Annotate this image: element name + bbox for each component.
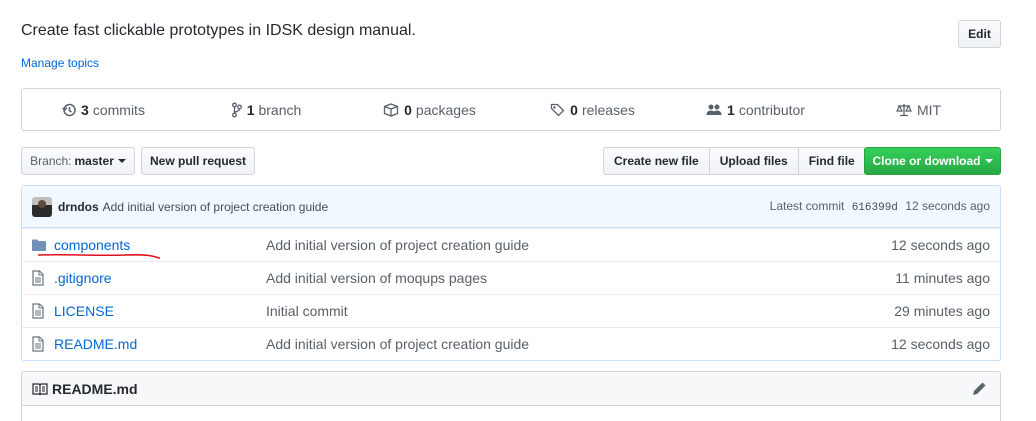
contributors-label: contributor (738, 101, 805, 118)
branches-label: branch (258, 101, 302, 118)
file-age: 11 minutes ago (895, 270, 990, 286)
commits-link[interactable]: 3 commits (22, 102, 185, 118)
table-row: README.md Add initial version of project… (22, 327, 1000, 360)
commits-label: commits (92, 101, 145, 118)
create-new-file-button[interactable]: Create new file (603, 147, 709, 175)
chevron-down-icon (984, 159, 993, 163)
upload-files-button[interactable]: Upload files (708, 147, 798, 175)
branch-prefix: Branch: (30, 154, 72, 168)
license-label: MIT (916, 101, 942, 118)
file-age: 12 seconds ago (891, 336, 990, 352)
contributors-link[interactable]: 1 contributor (674, 102, 837, 118)
folder-icon (32, 239, 46, 251)
table-row: components Add initial version of projec… (22, 228, 1000, 261)
latest-commit-bar: drndos Add initial version of project cr… (22, 186, 1000, 228)
find-file-button[interactable]: Find file (797, 147, 866, 175)
file-commit-message[interactable]: Add initial version of project creation … (266, 237, 891, 253)
red-underline-annotation (37, 253, 161, 259)
repo-summary-bar: 3 commits 1 branch 0 packages 0 releases… (21, 88, 1001, 131)
repo-description: Create fast clickable prototypes in IDSK… (21, 22, 416, 39)
packages-count: 0 (404, 101, 412, 118)
tag-icon (550, 103, 565, 116)
commits-count: 3 (81, 101, 89, 118)
clone-label: Clone or download (872, 154, 981, 168)
releases-label: releases (581, 101, 635, 118)
pencil-icon[interactable] (972, 382, 986, 396)
git-branch-icon (231, 102, 242, 117)
avatar[interactable] (32, 196, 52, 217)
commit-author[interactable]: drndos (58, 200, 99, 214)
file-commit-message[interactable]: Add initial version of project creation … (266, 336, 891, 352)
law-icon (895, 103, 912, 116)
package-icon (383, 102, 399, 117)
file-name-link[interactable]: .gitignore (54, 270, 266, 286)
book-icon (32, 382, 48, 395)
commit-message[interactable]: Add initial version of project creation … (103, 200, 328, 214)
edit-description-button[interactable]: Edit (958, 20, 1001, 48)
packages-link[interactable]: 0 packages (348, 102, 511, 118)
commit-time: 12 seconds ago (905, 199, 990, 213)
branch-select-button[interactable]: Branch: master (21, 147, 135, 175)
branch-name: master (74, 154, 114, 168)
file-name-link[interactable]: components (37, 237, 266, 259)
table-row: LICENSE Initial commit 29 minutes ago (22, 294, 1000, 327)
packages-label: packages (415, 101, 476, 118)
file-icon (32, 336, 44, 352)
clone-or-download-button[interactable]: Clone or download (864, 147, 1001, 175)
file-icon (32, 270, 44, 286)
readme-panel: README.md (21, 371, 1001, 421)
latest-commit-label: Latest commit (769, 199, 845, 213)
file-name-link[interactable]: LICENSE (54, 303, 266, 319)
readme-title: README.md (52, 380, 138, 397)
license-link[interactable]: MIT (837, 102, 1000, 118)
file-actions-group: Create new file Upload files Find file (603, 147, 866, 175)
file-age: 29 minutes ago (894, 303, 990, 319)
file-commit-message[interactable]: Initial commit (266, 303, 894, 319)
table-row: .gitignore Add initial version of moqups… (22, 261, 1000, 294)
releases-link[interactable]: 0 releases (511, 102, 674, 118)
readme-header: README.md (22, 372, 1000, 406)
file-age: 12 seconds ago (891, 237, 990, 253)
file-icon (32, 303, 44, 319)
contributors-count: 1 (727, 101, 735, 118)
file-list: drndos Add initial version of project cr… (21, 185, 1001, 361)
manage-topics-link[interactable]: Manage topics (21, 56, 99, 70)
history-icon (62, 103, 76, 116)
chevron-down-icon (117, 159, 126, 163)
file-name-link[interactable]: README.md (54, 336, 266, 352)
releases-count: 0 (570, 101, 578, 118)
branches-count: 1 (246, 101, 255, 118)
file-commit-message[interactable]: Add initial version of moqups pages (266, 270, 895, 286)
branches-link[interactable]: 1 branch (185, 102, 348, 118)
commit-sha[interactable]: 616399d (852, 202, 898, 214)
latest-commit-info: Latest commit 616399d 12 seconds ago (770, 199, 990, 214)
new-pull-request-button[interactable]: New pull request (141, 147, 255, 175)
people-icon (706, 104, 722, 115)
file-name[interactable]: components (54, 237, 130, 253)
